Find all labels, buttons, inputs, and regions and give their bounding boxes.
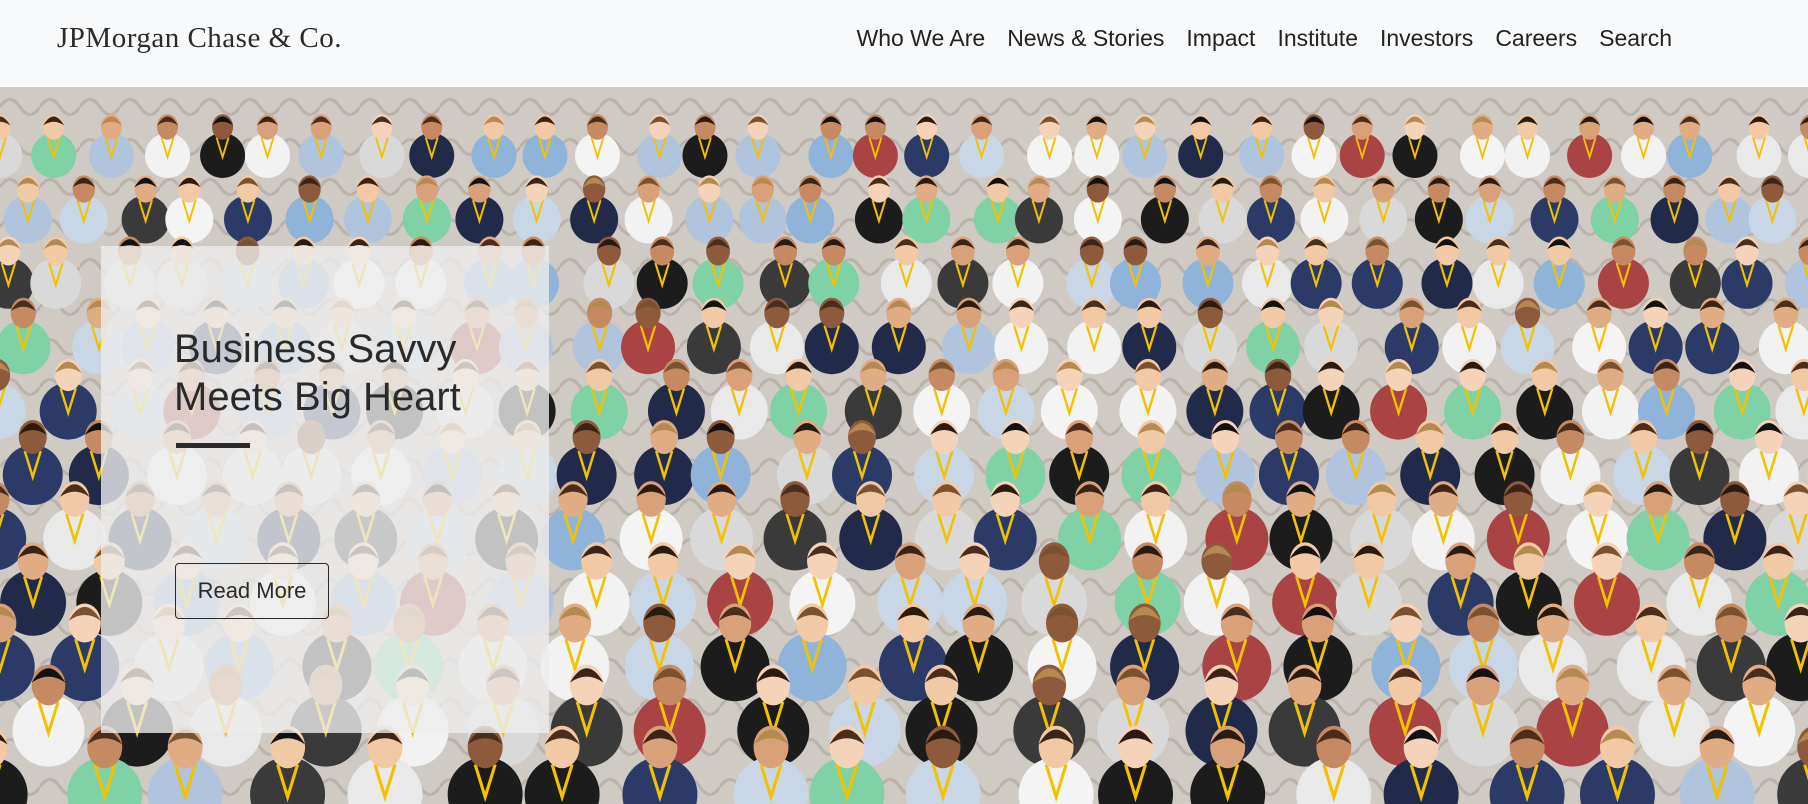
main-nav: Who We Are News & Stories Impact Institu… — [846, 0, 1684, 77]
nav-careers[interactable]: Careers — [1484, 25, 1588, 52]
site-header: JPMorgan Chase & Co. Who We Are News & S… — [0, 0, 1808, 87]
hero-title-line-2: Meets Big Heart — [174, 375, 461, 419]
read-more-button[interactable]: Read More — [175, 563, 329, 619]
hero-card: Business Savvy Meets Big Heart Read More — [101, 246, 549, 733]
hero-banner: Business Savvy Meets Big Heart Read More — [0, 87, 1808, 804]
nav-who-we-are[interactable]: Who We Are — [846, 25, 997, 52]
nav-news-stories[interactable]: News & Stories — [996, 25, 1175, 52]
nav-impact[interactable]: Impact — [1175, 25, 1266, 52]
jpmorgan-chase-logo[interactable]: JPMorgan Chase & Co. — [57, 22, 342, 55]
title-underline — [176, 443, 250, 448]
nav-institute[interactable]: Institute — [1266, 25, 1369, 52]
hero-title-line-1: Business Savvy — [174, 327, 457, 371]
nav-search[interactable]: Search — [1588, 25, 1683, 52]
nav-investors[interactable]: Investors — [1369, 25, 1484, 52]
hero-title: Business Savvy Meets Big Heart — [174, 325, 461, 421]
